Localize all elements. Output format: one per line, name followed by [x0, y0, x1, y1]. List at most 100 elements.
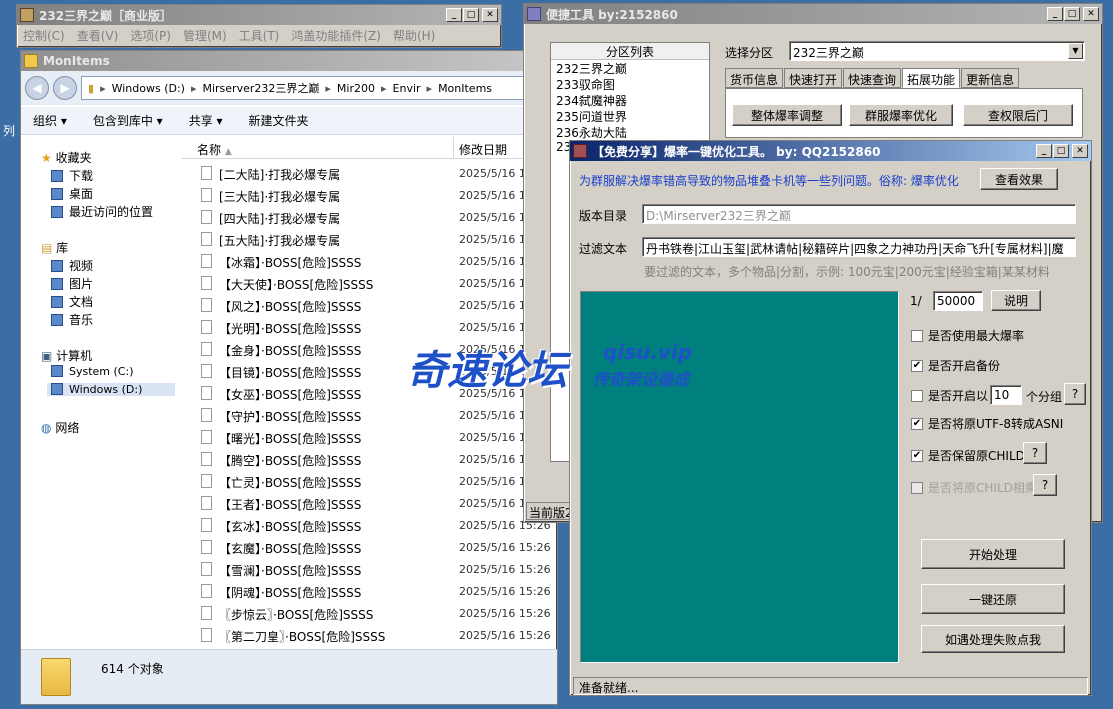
- start-button[interactable]: 开始处理: [921, 539, 1065, 569]
- partition-select[interactable]: 232三界之巅 ▼: [789, 41, 1085, 61]
- table-row[interactable]: 【王者】·BOSS[危险]SSSS 2025/5/16 1: [181, 493, 557, 515]
- list-item[interactable]: 234弑魔神器: [556, 92, 709, 108]
- child-help-button[interactable]: ?: [1023, 442, 1047, 464]
- chevron-right-icon[interactable]: ▸: [381, 82, 387, 95]
- address-segment[interactable]: Envir: [393, 82, 421, 95]
- back-icon[interactable]: ◀: [25, 76, 49, 100]
- menu-item[interactable]: 帮助(H): [393, 27, 435, 44]
- table-row[interactable]: [四大陆]·打我必爆专属 2025/5/16 1: [181, 207, 557, 229]
- table-row[interactable]: 【光明】·BOSS[危险]SSSS 2025/5/16 1: [181, 317, 557, 339]
- toolbar-button[interactable]: 共享 ▾: [189, 112, 223, 129]
- overall-drop-button[interactable]: 整体爆率调整: [732, 104, 842, 126]
- column-name[interactable]: 名称 ▲: [197, 141, 232, 158]
- checkbox-box[interactable]: ✔: [911, 417, 923, 430]
- table-row[interactable]: 【冰霜】·BOSS[危险]SSSS 2025/5/16 1: [181, 251, 557, 273]
- table-row[interactable]: 【曙光】·BOSS[危险]SSSS 2025/5/16 1: [181, 427, 557, 449]
- checkbox-box[interactable]: [911, 481, 923, 494]
- max-rate-checkbox[interactable]: 是否使用最大爆率: [911, 327, 1024, 344]
- list-item[interactable]: 236永劫大陆: [556, 124, 709, 140]
- table-row[interactable]: [三大陆]·打我必爆专属 2025/5/16 1: [181, 185, 557, 207]
- table-row[interactable]: 【金身】·BOSS[危险]SSSS 2025/5/16 1: [181, 339, 557, 361]
- forward-icon[interactable]: ▶: [53, 76, 77, 100]
- tab-1[interactable]: 快速打开: [784, 68, 843, 88]
- view-effect-button[interactable]: 查看效果: [980, 168, 1058, 190]
- restore-button[interactable]: 一键还原: [921, 584, 1065, 614]
- tab-2[interactable]: 快速查询: [843, 68, 902, 88]
- menu-item[interactable]: 鸿盖功能插件(Z): [291, 27, 381, 44]
- address-bar[interactable]: ▮ ▸ Windows (D:) ▸ Mirserver232三界之巅 ▸ Mir200 ▸ E…: [81, 76, 553, 100]
- column-date[interactable]: 修改日期: [459, 141, 507, 158]
- close-icon[interactable]: ✕: [1083, 7, 1099, 21]
- favorites-header[interactable]: ★ 收藏夹: [41, 149, 92, 166]
- table-row[interactable]: 【守护】·BOSS[危险]SSSS 2025/5/16 1: [181, 405, 557, 427]
- nav-item[interactable]: Windows (D:): [47, 383, 175, 396]
- merge-help-button[interactable]: ?: [1033, 474, 1057, 496]
- nav-item[interactable]: 图片: [51, 275, 93, 292]
- table-row[interactable]: 【玄冰】·BOSS[危险]SSSS 2025/5/16 15:26: [181, 515, 557, 537]
- menu-item[interactable]: 查看(V): [77, 27, 119, 44]
- backup-checkbox[interactable]: ✔ 是否开启备份: [911, 357, 1000, 374]
- child-merge-checkbox[interactable]: 是否将原CHILD相乘: [911, 479, 1037, 496]
- tab-0[interactable]: 货币信息: [725, 68, 784, 88]
- checkbox-box[interactable]: ✔: [911, 449, 923, 462]
- tab-3[interactable]: 拓展功能: [902, 68, 961, 88]
- maximize-icon[interactable]: □: [463, 8, 479, 22]
- menu-item[interactable]: 管理(M): [183, 27, 227, 44]
- menu-item[interactable]: 选项(P): [130, 27, 171, 44]
- nav-item[interactable]: 下载: [51, 167, 93, 184]
- checkbox-box[interactable]: ✔: [911, 359, 923, 372]
- toolbar-button[interactable]: 包含到库中 ▾: [93, 112, 163, 129]
- table-row[interactable]: 〖第二刀皇〗·BOSS[危险]SSSS 2025/5/16 15:26: [181, 625, 557, 647]
- group-checkbox[interactable]: 是否开启以: [911, 387, 988, 404]
- toolbar-button[interactable]: 新建文件夹: [249, 112, 309, 129]
- menu-item[interactable]: 工具(T): [239, 27, 280, 44]
- list-item[interactable]: 233驭命图: [556, 76, 709, 92]
- address-segment[interactable]: Mirserver232三界之巅: [202, 80, 319, 96]
- log-area[interactable]: [580, 291, 899, 663]
- table-row[interactable]: 〖步惊云〗·BOSS[危险]SSSS 2025/5/16 15:26: [181, 603, 557, 625]
- list-item[interactable]: 235问道世界: [556, 108, 709, 124]
- backdoor-check-button[interactable]: 查权限后门: [963, 104, 1073, 126]
- close-icon[interactable]: ✕: [1072, 144, 1088, 158]
- chevron-right-icon[interactable]: ▸: [191, 82, 197, 95]
- chevron-right-icon[interactable]: ▸: [100, 82, 106, 95]
- computer-header[interactable]: ▣ 计算机: [41, 347, 92, 364]
- nav-item[interactable]: System (C:): [51, 365, 134, 378]
- chevron-right-icon[interactable]: ▸: [427, 82, 433, 95]
- network-header[interactable]: ◍ 网络: [41, 419, 79, 436]
- tab-4[interactable]: 更新信息: [961, 68, 1020, 88]
- checkbox-box[interactable]: [911, 389, 923, 402]
- nav-item[interactable]: 最近访问的位置: [51, 203, 153, 220]
- table-row[interactable]: 【女巫】·BOSS[危险]SSSS 2025/5/16 1: [181, 383, 557, 405]
- close-icon[interactable]: ✕: [482, 8, 498, 22]
- minimize-icon[interactable]: _: [1047, 7, 1063, 21]
- address-segment[interactable]: Mir200: [337, 82, 375, 95]
- minimize-icon[interactable]: _: [1036, 144, 1052, 158]
- toolbar-button[interactable]: 组织 ▾: [33, 112, 67, 129]
- table-row[interactable]: 【目镜】·BOSS[危险]SSSS 2025/5/16 1: [181, 361, 557, 383]
- checkbox-box[interactable]: [911, 329, 923, 342]
- table-row[interactable]: 【大天使】·BOSS[危险]SSSS 2025/5/16 1: [181, 273, 557, 295]
- address-segment[interactable]: MonItems: [438, 82, 492, 95]
- table-row[interactable]: [二大陆]·打我必爆专属 2025/5/16 1: [181, 163, 557, 185]
- nav-item[interactable]: 音乐: [51, 311, 93, 328]
- minimize-icon[interactable]: _: [446, 8, 462, 22]
- table-row[interactable]: 【雪澜】·BOSS[危险]SSSS 2025/5/16 15:26: [181, 559, 557, 581]
- menu-item[interactable]: 控制(C): [23, 27, 65, 44]
- maximize-icon[interactable]: □: [1053, 144, 1069, 158]
- nav-item[interactable]: 视频: [51, 257, 93, 274]
- list-item[interactable]: 232三界之巅: [556, 60, 709, 76]
- filter-input[interactable]: 丹书铁卷|江山玉玺|武林请帖|秘籍碎片|四象之力神功丹|天命飞升[专属材料]|魔: [642, 237, 1076, 257]
- group-help-button[interactable]: ?: [1064, 383, 1086, 405]
- utf-convert-checkbox[interactable]: ✔ 是否将原UTF-8转成ASNI: [911, 415, 1063, 432]
- chevron-down-icon[interactable]: ▼: [1068, 43, 1083, 59]
- group-count-input[interactable]: 10: [990, 385, 1022, 405]
- nav-item[interactable]: 桌面: [51, 185, 93, 202]
- table-row[interactable]: 【腾空】·BOSS[危险]SSSS 2025/5/16 1: [181, 449, 557, 471]
- chevron-right-icon[interactable]: ▸: [325, 82, 331, 95]
- nav-item[interactable]: 文档: [51, 293, 93, 310]
- table-row[interactable]: 【玄魔】·BOSS[危险]SSSS 2025/5/16 15:26: [181, 537, 557, 559]
- failure-help-button[interactable]: 如遇处理失败点我: [921, 625, 1065, 653]
- column-divider[interactable]: [453, 137, 454, 159]
- table-row[interactable]: 【亡灵】·BOSS[危险]SSSS 2025/5/16 1: [181, 471, 557, 493]
